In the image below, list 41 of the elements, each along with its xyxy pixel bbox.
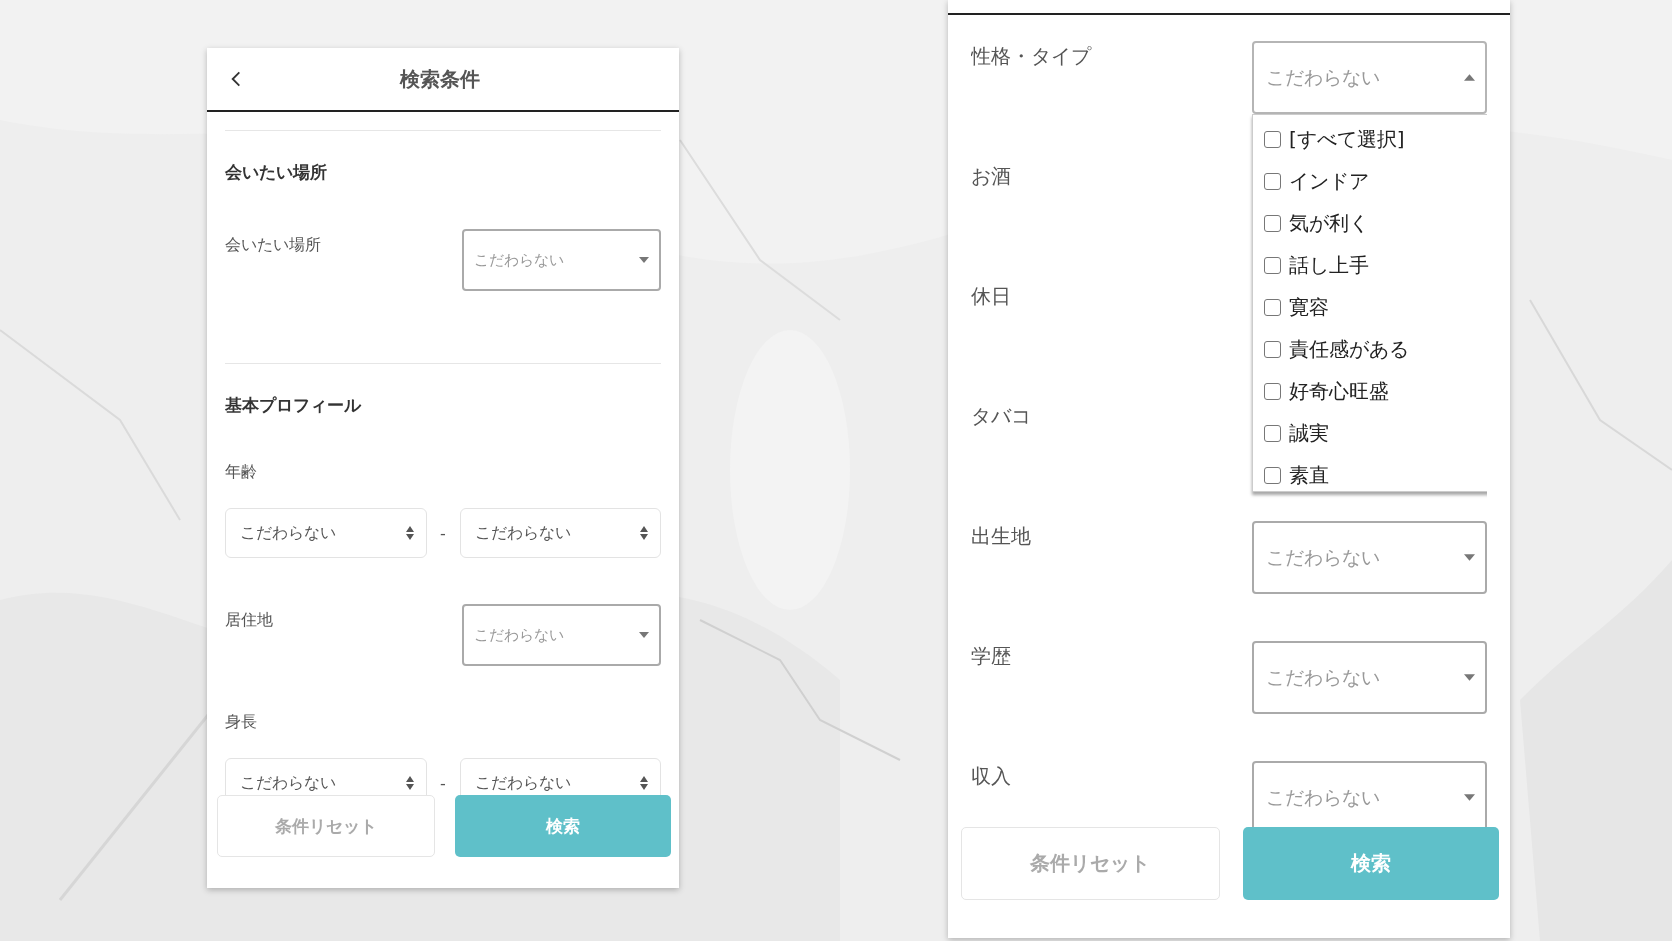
field-label: 身長 [225, 711, 258, 732]
sort-arrows-icon [405, 776, 414, 790]
option-label[interactable]: 気が利く [1289, 209, 1369, 237]
page-title: 検索条件 [400, 65, 480, 93]
option-label[interactable]: 素直 [1289, 461, 1329, 489]
option-label[interactable]: 寛容 [1289, 293, 1329, 321]
field-label: 休日 [971, 283, 1012, 308]
select-field[interactable]: こだわらない [225, 508, 427, 558]
option-label[interactable]: 話し上手 [1289, 251, 1369, 279]
field-label: 会いたい場所 [225, 234, 322, 255]
field-label: お酒 [971, 163, 1012, 188]
range-separator: - [439, 773, 447, 793]
field-label: 居住地 [225, 609, 274, 630]
checkbox[interactable] [1264, 424, 1281, 442]
option-label[interactable]: インドア [1289, 167, 1369, 195]
checkbox[interactable] [1264, 256, 1281, 274]
back-icon[interactable] [231, 70, 241, 88]
field-label: 収入 [971, 763, 1012, 788]
sort-arrows-icon [640, 776, 648, 790]
sort-arrows-icon [405, 526, 414, 540]
sort-arrows-icon [640, 526, 648, 540]
checkbox[interactable] [1264, 466, 1281, 484]
range-separator: - [439, 523, 447, 543]
option-label[interactable]: [すべて選択] [1289, 125, 1405, 153]
option-label[interactable]: 責任感がある [1289, 335, 1409, 363]
field-label: 性格・タイプ [971, 43, 1093, 68]
checkbox[interactable] [1264, 382, 1281, 400]
checkbox[interactable] [1264, 298, 1281, 316]
field-label: タバコ [971, 403, 1032, 428]
checkbox[interactable] [1264, 214, 1281, 232]
field-label: 学歴 [971, 643, 1012, 668]
section-title: 基本プロフィール [225, 394, 363, 416]
field-label: 年齢 [225, 461, 258, 482]
checkbox[interactable] [1264, 130, 1281, 148]
option-label[interactable]: 好奇心旺盛 [1289, 377, 1389, 405]
checkbox[interactable] [1264, 172, 1281, 190]
checkbox[interactable] [1264, 340, 1281, 358]
option-label[interactable]: 誠実 [1289, 419, 1329, 447]
field-label: 出生地 [971, 523, 1032, 548]
section-title: 会いたい場所 [225, 161, 328, 183]
select-field[interactable]: こだわらない [459, 508, 661, 558]
